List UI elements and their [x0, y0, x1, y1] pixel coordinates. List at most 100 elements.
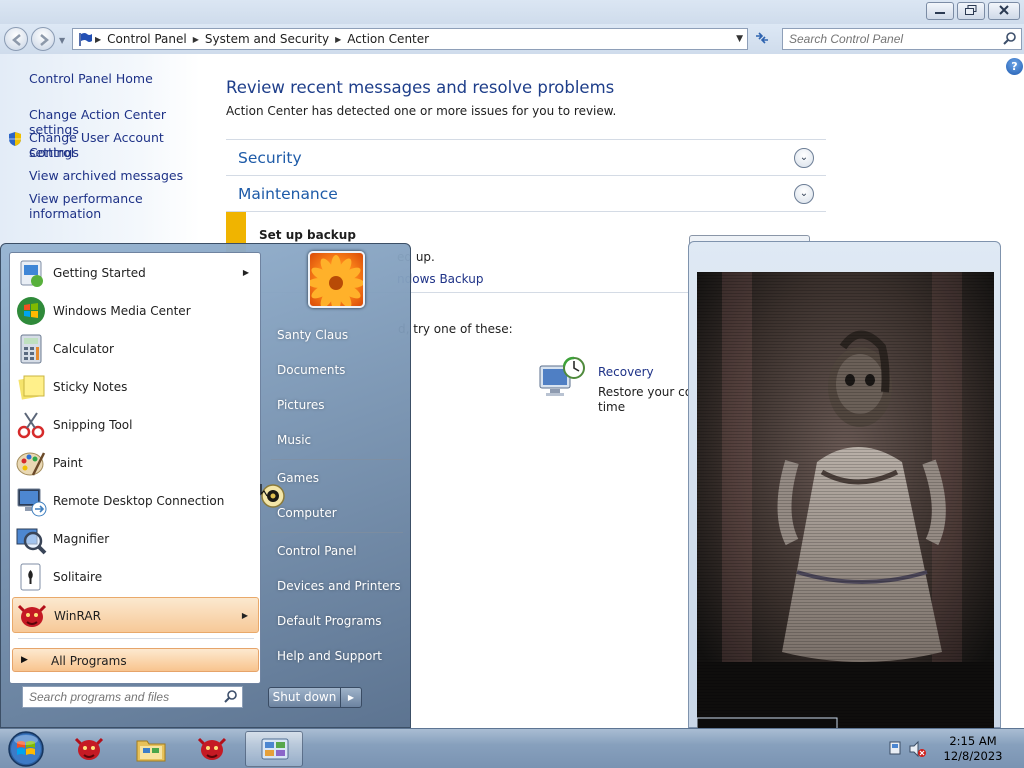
solitaire-icon — [15, 561, 47, 593]
breadcrumb-separator[interactable]: ▶ — [333, 35, 343, 44]
action-center-flag-icon[interactable] — [889, 741, 901, 755]
paint-icon — [15, 447, 47, 479]
view-performance-information-link[interactable]: View performance information — [29, 191, 200, 221]
maintenance-section-title[interactable]: Maintenance — [238, 185, 338, 203]
page-title: Review recent messages and resolve probl… — [226, 78, 615, 97]
program-remote-desktop-connection[interactable]: Remote Desktop Connection — [12, 483, 259, 519]
all-programs-label: All Programs — [51, 654, 127, 668]
chevron-down-icon[interactable]: ⌄ — [794, 184, 814, 204]
system-clock[interactable]: 2:15 AM 12/8/2023 — [934, 734, 1012, 764]
place-documents[interactable]: Documents — [277, 363, 345, 377]
notification-area — [888, 739, 928, 762]
user-avatar[interactable] — [308, 251, 365, 308]
start-button[interactable] — [6, 730, 46, 768]
submenu-arrow-icon[interactable]: ▶ — [242, 611, 248, 620]
volume-muted-icon[interactable] — [909, 740, 926, 758]
back-button[interactable] — [4, 27, 28, 51]
address-bar[interactable]: ▶ Control Panel ▶ System and Security ▶ … — [72, 28, 748, 50]
restore-icon — [965, 4, 977, 18]
place-default-programs[interactable]: Default Programs — [277, 614, 382, 628]
breadcrumb-separator[interactable]: ▶ — [93, 35, 103, 44]
address-dropdown-icon[interactable]: ▼ — [736, 34, 743, 44]
recovery-icon[interactable] — [538, 356, 588, 403]
security-section-header[interactable]: Security ⌄ — [226, 139, 826, 175]
windows-logo-icon — [8, 731, 44, 767]
breadcrumb-action-center[interactable]: Action Center — [343, 32, 433, 46]
change-uac-settings-link-line2[interactable]: settings — [29, 145, 79, 160]
recovery-description: Restore your com time — [598, 385, 690, 415]
program-winrar[interactable]: WinRAR ▶ — [12, 597, 259, 633]
program-label: Windows Media Center — [53, 304, 191, 318]
close-button[interactable] — [988, 2, 1020, 20]
shut-down-options-arrow-icon[interactable]: ▶ — [341, 687, 362, 708]
program-getting-started[interactable]: Getting Started ▶ — [12, 255, 259, 291]
maintenance-section-header[interactable]: Maintenance ⌄ — [226, 175, 826, 211]
search-icon[interactable] — [1003, 31, 1017, 48]
place-user-folder[interactable]: Santy Claus — [277, 328, 348, 342]
chevron-down-icon[interactable]: ⌄ — [794, 148, 814, 168]
taskbar-winrar-button[interactable] — [60, 731, 118, 767]
photo-viewer-window[interactable] — [688, 241, 1001, 729]
security-section-title[interactable]: Security — [238, 149, 302, 167]
place-pictures[interactable]: Pictures — [277, 398, 325, 412]
submenu-arrow-icon[interactable]: ▶ — [243, 268, 249, 277]
taskbar-explorer-button[interactable] — [122, 731, 180, 767]
program-label: Magnifier — [53, 532, 110, 546]
recent-pages-dropdown[interactable]: ▼ — [59, 36, 65, 45]
start-search-box[interactable] — [22, 686, 243, 708]
all-programs-button[interactable]: ▶ All Programs — [12, 648, 259, 672]
restore-button[interactable] — [957, 2, 985, 20]
forward-button[interactable] — [31, 27, 55, 51]
place-devices-and-printers[interactable]: Devices and Printers — [277, 579, 401, 593]
divider — [18, 638, 254, 639]
breadcrumb-control-panel[interactable]: Control Panel — [103, 32, 191, 46]
program-magnifier[interactable]: Magnifier — [12, 521, 259, 557]
place-music[interactable]: Music — [277, 433, 311, 447]
recovery-description-line2: time — [598, 400, 626, 414]
remote-desktop-icon — [15, 485, 47, 517]
search-input[interactable] — [783, 29, 993, 49]
breadcrumb-separator[interactable]: ▶ — [191, 35, 201, 44]
address-toolbar: ▼ ▶ Control Panel ▶ System and Security … — [0, 24, 1024, 54]
title-bar[interactable] — [0, 0, 1024, 24]
shut-down-button[interactable]: Shut down — [268, 687, 341, 708]
divider — [271, 459, 403, 460]
program-paint[interactable]: Paint — [12, 445, 259, 481]
program-label: Solitaire — [53, 570, 103, 584]
start-menu: Getting Started ▶ Windows Media Center C… — [0, 243, 411, 728]
breadcrumb-system-and-security[interactable]: System and Security — [201, 32, 333, 46]
start-search-input[interactable] — [23, 687, 219, 707]
recovery-description-line1: Restore your com — [598, 385, 690, 399]
program-calculator[interactable]: Calculator — [12, 331, 259, 367]
uac-shield-icon — [7, 131, 23, 150]
refresh-icon — [756, 32, 768, 44]
refresh-button[interactable] — [750, 29, 774, 49]
program-windows-media-center[interactable]: Windows Media Center — [12, 293, 259, 329]
program-label: Snipping Tool — [53, 418, 133, 432]
recovery-link[interactable]: Recovery — [598, 365, 654, 379]
back-arrow-icon — [12, 34, 21, 46]
help-button[interactable]: ? — [1006, 58, 1023, 75]
place-control-panel[interactable]: Control Panel — [277, 544, 357, 558]
taskbar-winrar-button-2[interactable] — [183, 731, 241, 767]
place-help-and-support[interactable]: Help and Support — [277, 649, 382, 663]
program-snipping-tool[interactable]: Snipping Tool — [12, 407, 259, 443]
minimize-button[interactable] — [926, 2, 954, 20]
view-archived-messages-link[interactable]: View archived messages — [29, 168, 183, 183]
search-icon[interactable] — [224, 689, 238, 706]
control-panel-icon — [259, 734, 291, 768]
taskbar-control-panel-button[interactable] — [245, 731, 303, 767]
program-solitaire[interactable]: Solitaire — [12, 559, 259, 595]
program-sticky-notes[interactable]: Sticky Notes — [12, 369, 259, 405]
program-label: WinRAR — [54, 609, 101, 623]
winrar-icon — [73, 733, 105, 768]
clock-date: 12/8/2023 — [943, 749, 1003, 763]
snipping-tool-icon — [15, 409, 47, 441]
media-center-icon — [15, 295, 47, 327]
divider — [271, 532, 403, 533]
magnifier-icon — [15, 523, 47, 555]
control-panel-home-link[interactable]: Control Panel Home — [29, 71, 153, 86]
photo-image — [697, 272, 994, 729]
search-control-panel[interactable] — [782, 28, 1022, 50]
winrar-icon — [196, 733, 228, 768]
